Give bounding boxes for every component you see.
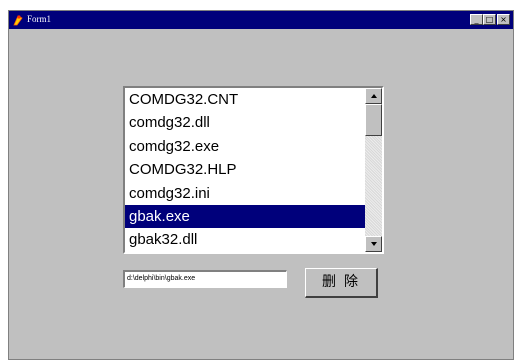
list-item[interactable]: comdg32.ini	[125, 182, 365, 205]
list-item[interactable]: gbak32.dll	[125, 228, 365, 251]
delete-button[interactable]: 删除	[305, 268, 378, 298]
maximize-button[interactable]: □	[483, 14, 496, 25]
list-item[interactable]: COMDG32.CNT	[125, 88, 365, 111]
scroll-thumb[interactable]	[365, 104, 382, 136]
minimize-button[interactable]: _	[470, 14, 483, 25]
title-bar[interactable]: Form1 _ □ ×	[9, 11, 513, 29]
list-item[interactable]: gbak.exe	[125, 204, 365, 229]
main-window: Form1 _ □ × COMDG32.CNT comdg32.dll comdg3…	[8, 10, 514, 360]
list-item[interactable]: comdg32.exe	[125, 135, 365, 158]
arrow-down-icon	[371, 242, 377, 246]
list-item[interactable]: comdg32.dll	[125, 111, 365, 134]
path-input[interactable]: d:\delphi\bin\gbak.exe	[123, 270, 287, 288]
app-icon	[12, 13, 24, 26]
file-listbox[interactable]: COMDG32.CNT comdg32.dll comdg32.exe COMDG32…	[123, 86, 384, 254]
arrow-up-icon	[371, 94, 377, 98]
file-list-items: COMDG32.CNT comdg32.dll comdg32.exe COMDG32…	[125, 88, 365, 252]
scroll-up-button[interactable]	[365, 88, 382, 104]
window-title: Form1	[27, 14, 52, 24]
close-button[interactable]: ×	[497, 14, 510, 25]
scroll-down-button[interactable]	[365, 236, 382, 252]
vertical-scrollbar[interactable]	[365, 88, 382, 252]
list-item[interactable]: COMDG32.HLP	[125, 158, 365, 181]
